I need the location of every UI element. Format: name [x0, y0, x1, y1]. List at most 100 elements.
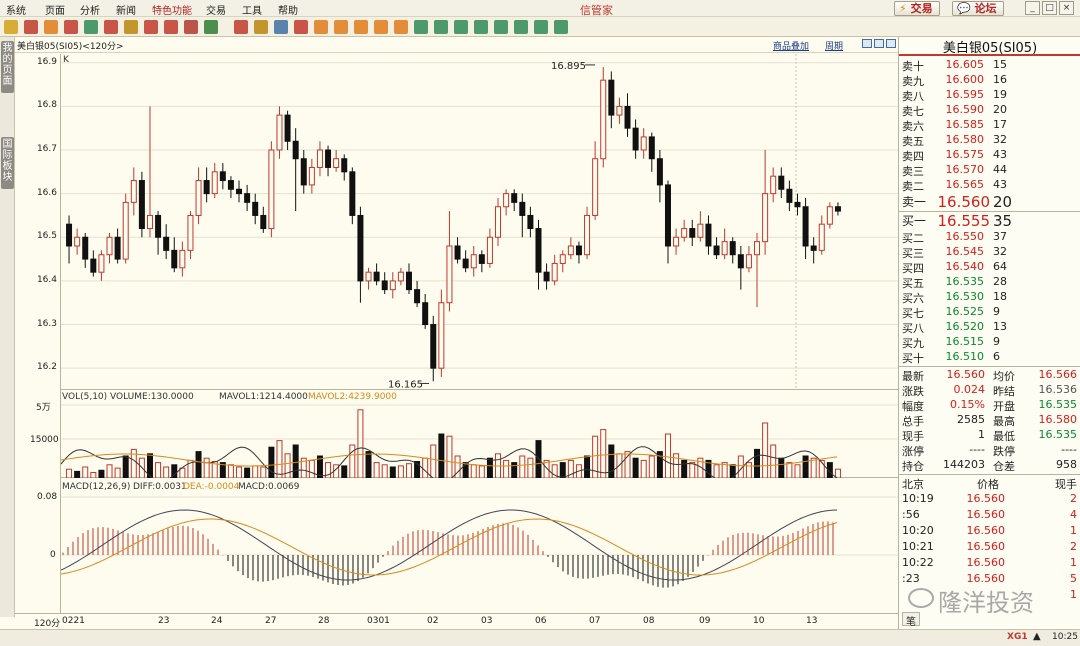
- candle: [292, 128, 299, 212]
- bid-price: 16.540: [945, 260, 985, 273]
- menu-tools[interactable]: 工具: [242, 2, 262, 17]
- ask-price: 16.600: [945, 73, 985, 86]
- toolbar-tool-icon[interactable]: [274, 20, 288, 34]
- toolbar-tool-icon[interactable]: [374, 20, 388, 34]
- volume-bar: [74, 470, 81, 478]
- toolbar-tool-icon[interactable]: [494, 20, 508, 34]
- toolbar-tool-icon[interactable]: [254, 20, 268, 34]
- period-link[interactable]: 周期: [825, 39, 843, 52]
- candle: [227, 176, 234, 198]
- toolbar-tool-icon[interactable]: [414, 20, 428, 34]
- toolbar-tool-icon[interactable]: [144, 20, 158, 34]
- tick-volume: 1: [1070, 556, 1077, 569]
- ask-label: 卖四: [902, 150, 924, 163]
- bid-label: 买十: [902, 352, 924, 365]
- close-button[interactable]: ×: [1059, 1, 1074, 15]
- candle: [648, 132, 655, 172]
- candle: [543, 263, 550, 290]
- candle: [373, 263, 380, 286]
- candle: [486, 228, 493, 268]
- bid-price: 16.550: [945, 230, 985, 243]
- candle: [163, 224, 170, 260]
- toolbar-tool-icon[interactable]: [314, 20, 328, 34]
- toolbar-tool-icon[interactable]: [104, 20, 118, 34]
- maximize-button[interactable]: □: [1042, 1, 1057, 15]
- mavol2-legend: MAVOL2:4239.9000: [308, 392, 397, 402]
- candle: [810, 237, 817, 264]
- menu-features[interactable]: 特色功能: [152, 2, 192, 17]
- tick-row: 10:19 16.560 2: [899, 492, 1080, 508]
- overlay-link[interactable]: 商品叠加: [773, 39, 809, 52]
- toolbar-tool-icon[interactable]: [334, 20, 348, 34]
- price-tick: 16.8: [36, 100, 57, 111]
- toolbar-tool-icon[interactable]: [474, 20, 488, 34]
- k-label: K: [63, 55, 69, 65]
- toolbar-tool-icon[interactable]: [534, 20, 548, 34]
- wechat-icon: [908, 588, 934, 608]
- bid-label: 买八: [902, 322, 924, 335]
- menu-system[interactable]: 系统: [6, 2, 26, 17]
- low-label: 16.165: [388, 379, 423, 390]
- candle: [155, 211, 162, 255]
- stat-value: 0.024: [953, 383, 986, 396]
- x-tick: 0221: [62, 616, 85, 626]
- toolbar-tool-icon[interactable]: [4, 20, 18, 34]
- volume-bar: [252, 465, 259, 478]
- bid-price: 16.510: [945, 350, 985, 363]
- ask-volume: 43: [993, 178, 1007, 191]
- layout-icon[interactable]: [874, 39, 884, 48]
- toolbar-tool-icon[interactable]: [354, 20, 368, 34]
- ask-row: 卖五 16.580 32: [899, 133, 1080, 148]
- layout-icon[interactable]: [862, 39, 872, 48]
- candle: [74, 228, 81, 255]
- trade-button[interactable]: ⚡ 交易: [894, 1, 940, 16]
- toolbar-tool-icon[interactable]: [514, 20, 528, 34]
- toolbar-tool-icon[interactable]: [124, 20, 138, 34]
- ask-volume: 19: [993, 88, 1007, 101]
- bid1-price: 16.555: [937, 212, 991, 230]
- menu-news[interactable]: 新闻: [116, 2, 136, 17]
- candle: [236, 180, 243, 203]
- menu-help[interactable]: 帮助: [278, 2, 298, 17]
- ticks-time-header: 北京: [902, 478, 924, 491]
- volume-bar: [292, 444, 299, 478]
- intl-board-tab[interactable]: 国际板块: [1, 137, 14, 189]
- toolbar-tool-icon[interactable]: [434, 20, 448, 34]
- candle: [138, 171, 145, 238]
- toolbar-tool-icon[interactable]: [44, 20, 58, 34]
- menu-trade[interactable]: 交易: [206, 2, 226, 17]
- my-page-tab[interactable]: 我的页面: [1, 41, 14, 93]
- candle: [786, 180, 793, 212]
- menu-page[interactable]: 页面: [45, 2, 65, 17]
- candle: [130, 167, 137, 216]
- ticks-vol-header: 现手: [1055, 478, 1077, 491]
- macd-chart: [61, 496, 898, 588]
- toolbar-tool-icon[interactable]: [84, 20, 98, 34]
- toolbar-tool-icon[interactable]: [164, 20, 178, 34]
- volume-bar: [616, 453, 623, 478]
- toolbar-tool-icon[interactable]: [234, 20, 248, 34]
- stat-row: 总手 2585 最高 16.580: [899, 413, 1080, 428]
- toolbar-tool-icon[interactable]: [394, 20, 408, 34]
- bid-row: 买八 16.520 13: [899, 320, 1080, 335]
- ask1-label: 卖一: [902, 195, 927, 209]
- stat-value: 2585: [957, 413, 985, 426]
- toolbar-tool-icon[interactable]: [64, 20, 78, 34]
- volume-bar: [244, 467, 251, 478]
- toolbar-tool-icon[interactable]: [24, 20, 38, 34]
- toolbar-tool-icon[interactable]: [204, 20, 218, 34]
- toolbar: [0, 17, 1080, 37]
- toolbar-tool-icon[interactable]: [554, 20, 568, 34]
- menu-analysis[interactable]: 分析: [80, 2, 100, 17]
- toolbar-tool-icon[interactable]: [294, 20, 308, 34]
- chat-icon: 💬: [957, 2, 971, 15]
- volume-bar: [511, 462, 518, 478]
- forum-button[interactable]: 💬 论坛: [952, 1, 1004, 16]
- candle: [98, 250, 105, 281]
- toolbar-tool-icon[interactable]: [454, 20, 468, 34]
- minimize-button[interactable]: _: [1025, 1, 1040, 15]
- layout-icon[interactable]: [886, 39, 896, 48]
- toolbar-tool-icon[interactable]: [184, 20, 198, 34]
- candle: [770, 167, 777, 203]
- bid-volume: 64: [993, 260, 1007, 273]
